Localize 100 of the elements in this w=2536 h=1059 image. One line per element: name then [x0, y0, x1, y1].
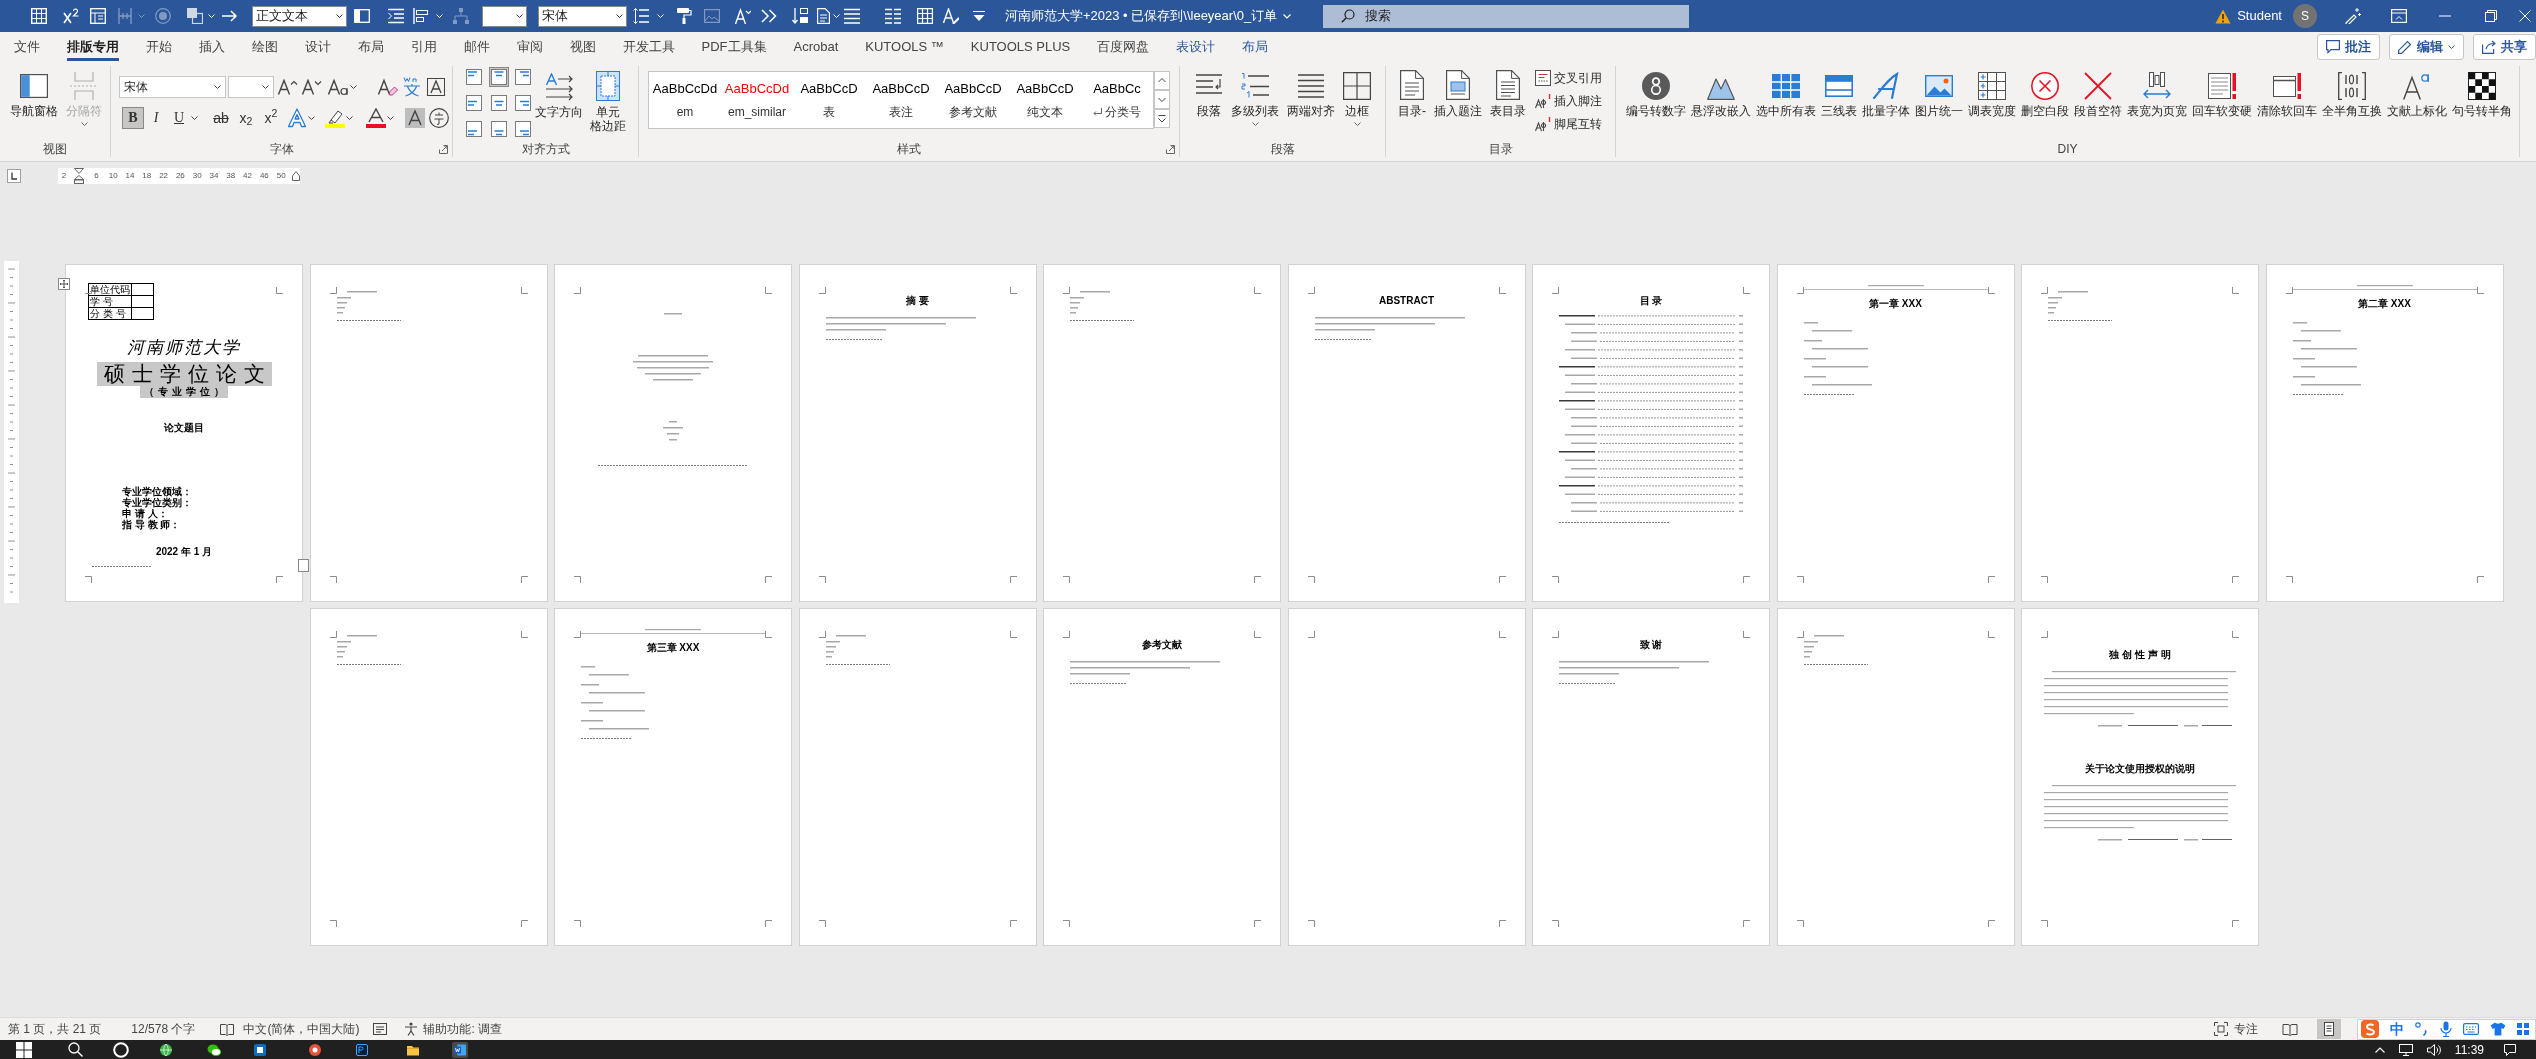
ribbon-button[interactable]: 编号转数字 [1623, 66, 1688, 141]
close-icon[interactable] [2519, 10, 2531, 22]
globe-app-icon[interactable] [158, 1041, 174, 1058]
circle-app-icon[interactable] [307, 1041, 323, 1058]
ribbon-tab[interactable]: 审阅 [503, 32, 556, 62]
change-case-icon[interactable] [328, 77, 350, 97]
table-resize-handle[interactable] [298, 559, 309, 572]
word-count[interactable]: 12/578 个字 [131, 1020, 196, 1038]
shirt-icon[interactable] [2490, 1022, 2506, 1036]
proofing-icon[interactable] [220, 1022, 235, 1036]
apps-grid-icon[interactable] [2517, 1023, 2529, 1035]
pen-sparkle-icon[interactable] [2345, 8, 2361, 24]
double-chevron-icon[interactable] [761, 8, 777, 24]
table-icon[interactable] [31, 8, 47, 24]
style-item[interactable]: AaBbCcDd em_similar [721, 72, 793, 128]
windows-start-icon[interactable] [16, 1041, 32, 1058]
ribbon-button[interactable]: 脚尾互转 [1535, 112, 1602, 135]
ribbon-tab[interactable]: 布局 [344, 32, 397, 62]
punctuation-icon[interactable] [2415, 1022, 2429, 1036]
comments-button[interactable]: 批注 [2317, 34, 2380, 60]
shrink-font-icon[interactable] [302, 77, 322, 97]
style-item[interactable]: AaBbCcD 纯文本 [1009, 72, 1081, 128]
cell-alignment-icon[interactable] [464, 67, 484, 87]
search-field[interactable]: 搜索 [1323, 4, 1689, 28]
chevron-up-icon[interactable] [2374, 1046, 2385, 1053]
ribbon-tab[interactable]: 引用 [397, 32, 450, 62]
search-icon[interactable] [68, 1042, 83, 1057]
character-border-icon[interactable] [427, 78, 445, 96]
ribbon-button[interactable]: 表宽为页宽 [2124, 66, 2189, 141]
ribbon-button[interactable]: 表目录 [1486, 66, 1530, 141]
ribbon-button[interactable]: 多级列表 [1227, 66, 1283, 141]
gallery-up-icon[interactable] [1154, 71, 1170, 90]
ribbon-tab[interactable]: 文件 [0, 32, 53, 62]
tab-stop-icon[interactable] [7, 169, 21, 183]
list-indent-icon[interactable] [388, 8, 404, 24]
form-icon[interactable] [90, 8, 106, 24]
ribbon-tab[interactable]: 设计 [291, 32, 344, 62]
ribbon-tab[interactable]: 表设计 [1162, 32, 1229, 62]
network-icon[interactable] [2398, 1043, 2413, 1056]
superscript-icon[interactable] [63, 8, 79, 24]
ribbon-tab[interactable]: PDF工具集 [688, 32, 780, 62]
toolbar-dropdown[interactable] [482, 5, 527, 27]
columns-icon[interactable] [885, 8, 901, 24]
style-item[interactable]: AaBbCcDd em [649, 72, 721, 128]
editing-button[interactable]: 编辑 [2389, 34, 2464, 60]
ribbon-button[interactable]: 调表宽度 [1965, 66, 2018, 141]
grow-font-icon[interactable] [278, 77, 298, 97]
dialog-launcher-icon[interactable] [439, 145, 448, 154]
document-app-icon[interactable] [452, 1041, 468, 1058]
ribbon-button[interactable]: 选中所有表 [1753, 66, 1818, 141]
bold-button[interactable]: B [122, 107, 144, 129]
ribbon-button[interactable]: 清除软回车 [2254, 66, 2319, 141]
speaker-icon[interactable] [2426, 1043, 2441, 1056]
indent-marker-icon[interactable] [291, 171, 300, 181]
ribbon-button[interactable]: 段首空符 [2071, 66, 2124, 141]
grid-icon[interactable] [917, 8, 933, 24]
ribbon-button[interactable]: 文字方向 [535, 67, 583, 141]
clear-formatting-icon[interactable] [378, 77, 398, 97]
italic-button[interactable]: I [145, 107, 167, 129]
ribbon-button[interactable]: 插入题注 [1430, 66, 1486, 141]
style-item[interactable]: AaBbCcD 参考文献 [937, 72, 1009, 128]
ribbon-button[interactable]: 回车软变硬 [2189, 66, 2254, 141]
highlighter-icon[interactable] [325, 108, 345, 128]
cell-alignment-icon[interactable] [464, 93, 484, 113]
ribbon-tab[interactable]: Acrobat [780, 32, 852, 62]
image-editor-icon[interactable] [354, 1041, 370, 1058]
style-item[interactable]: AaBbCc 分类号 [1081, 72, 1153, 128]
dialog-launcher-icon[interactable] [1166, 145, 1175, 154]
page-count[interactable]: 第 1 页，共 21 页 [8, 1020, 102, 1038]
ribbon-button[interactable]: 图片统一 [1912, 66, 1965, 141]
text-predictions-icon[interactable] [373, 1023, 388, 1035]
ribbon-button[interactable]: 全半角互换 [2319, 66, 2384, 141]
ribbon-display-icon[interactable] [2391, 9, 2407, 23]
ribbon-button[interactable]: 插入脚注 [1535, 89, 1602, 112]
align-left-icon[interactable] [413, 8, 429, 24]
ribbon-tab[interactable]: 开始 [132, 32, 185, 62]
user-avatar[interactable]: S [2293, 4, 2317, 28]
layers-icon[interactable] [187, 8, 203, 24]
print-layout-icon[interactable] [2317, 1019, 2341, 1039]
sort-icon[interactable] [792, 8, 808, 24]
ribbon-button[interactable]: 边框 [1339, 66, 1375, 141]
character-shading-icon[interactable] [405, 108, 425, 128]
indent-marker-icon[interactable] [74, 168, 84, 184]
cell-alignment-icon[interactable] [513, 67, 533, 87]
ribbon-button[interactable]: 批量字体 [1859, 66, 1912, 141]
focus-mode-button[interactable]: 专注 [2234, 1020, 2258, 1038]
toolbar-dropdown[interactable]: 宋体 [538, 5, 627, 27]
clock-time[interactable]: 11:39 [2454, 1042, 2484, 1057]
subscript-button[interactable]: x$_{2}$ [235, 107, 257, 129]
ribbon-tab[interactable]: 开发工具 [609, 32, 688, 62]
cell-alignment-icon[interactable] [488, 93, 509, 113]
ribbon-tab[interactable]: 百度网盘 [1083, 32, 1163, 62]
notification-icon[interactable] [2504, 1043, 2516, 1056]
document-icon[interactable] [815, 8, 831, 24]
cell-alignment-icon[interactable] [488, 67, 509, 87]
toolbar-dropdown[interactable]: 正文文本 [252, 5, 347, 27]
arrow-right-icon[interactable] [222, 8, 238, 24]
ribbon-button[interactable]: 删空白段 [2018, 66, 2071, 141]
ribbon-button[interactable]: 目录- [1394, 66, 1430, 141]
font-color-icon[interactable] [366, 108, 386, 128]
